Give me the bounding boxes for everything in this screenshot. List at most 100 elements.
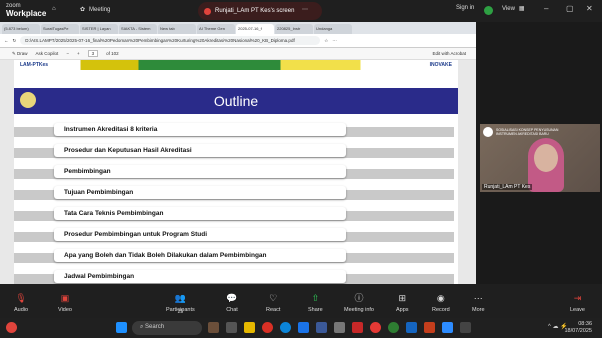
acrobat-icon[interactable] xyxy=(352,322,363,333)
outline-list: Instrumen Akreditasi 8 kriteria Prosedur… xyxy=(14,120,458,284)
browser-tab[interactable]: SuratTugasPe xyxy=(41,24,79,34)
address-bar: ← ↻ D:/AIS.LAMPT/2025/2025-07-16_final%2… xyxy=(0,34,476,48)
settings-icon[interactable]: ⋯ xyxy=(332,38,337,44)
task-view-icon[interactable] xyxy=(226,322,237,333)
zoom-app-icon[interactable] xyxy=(442,322,453,333)
outline-item: Prosedur dan Keputusan Hasil Akreditasi xyxy=(14,141,458,162)
browser-tab[interactable]: SIAKTA - Sistem xyxy=(119,24,157,34)
meeting-controls: 🎙 Audio ▣ Video 👥25 Participants 💬 Chat ♡ Rea… xyxy=(0,284,602,318)
meeting-label: Meeting xyxy=(89,6,111,13)
pdf-slide: Outline Instrumen Akreditasi 8 kriteria … xyxy=(14,70,458,284)
chrome-icon[interactable] xyxy=(262,322,273,333)
camera-icon[interactable] xyxy=(334,322,345,333)
draw-button[interactable]: ✎ Draw xyxy=(12,51,28,57)
outline-item: Tujuan Pembimbingan xyxy=(14,183,458,204)
browser-tab[interactable]: New tab xyxy=(158,24,196,34)
app-icon[interactable] xyxy=(316,322,327,333)
browser-tab[interactable]: (5.873 belum) xyxy=(2,24,40,34)
slide-title: Outline xyxy=(213,93,259,109)
view-button[interactable]: View ▦ xyxy=(502,5,525,13)
react-label: React xyxy=(266,307,281,313)
apps-label: Apps xyxy=(396,307,409,313)
share-status-icon xyxy=(204,7,211,15)
app-icon[interactable] xyxy=(460,322,471,333)
more-button[interactable]: ⋯ More xyxy=(472,292,485,313)
windows-start-icon[interactable] xyxy=(116,322,127,333)
leave-label: Leave xyxy=(570,307,585,313)
close-icon[interactable]: ✕ xyxy=(586,4,593,13)
outline-item: Instrumen Akreditasi 8 kriteria xyxy=(14,120,458,141)
video-banner-text: SOSIALISASI KONSEP PENYUSUNAN INSTRUMEN … xyxy=(496,128,559,136)
browser-tab[interactable]: 220825_Instr xyxy=(275,24,313,34)
maximize-icon[interactable]: ▢ xyxy=(566,4,574,13)
react-button[interactable]: ♡ React xyxy=(266,292,280,313)
file-explorer-icon[interactable] xyxy=(244,322,255,333)
zoom-logo: zoom Workplace xyxy=(6,2,46,18)
audio-button[interactable]: 🎙 Audio xyxy=(14,292,28,313)
sign-in-button[interactable]: Sign in xyxy=(456,5,474,11)
store-icon[interactable] xyxy=(298,322,309,333)
video-label: Video xyxy=(58,307,72,313)
meeting-tab[interactable]: ✿ Meeting xyxy=(80,6,111,14)
browser-tab[interactable]: AI Theme Gen xyxy=(197,24,235,34)
leave-icon: ⇥ xyxy=(573,293,582,303)
participant-video[interactable]: SOSIALISASI KONSEP PENYUSUNAN INSTRUMEN … xyxy=(480,124,600,192)
widget-icon[interactable] xyxy=(208,322,219,333)
heart-icon: ♡ xyxy=(269,293,278,303)
more-label: More xyxy=(472,307,485,313)
refresh-icon[interactable]: ↻ xyxy=(13,38,17,44)
view-grid-icon: ▦ xyxy=(518,6,525,12)
minimize-icon[interactable]: – xyxy=(544,4,548,13)
page-number-input[interactable]: 3 xyxy=(87,50,99,57)
notification-icon[interactable] xyxy=(6,322,17,333)
windows-taskbar: ⌕ Search ^ ☁ ⚡ 08:36 18/07/2025 xyxy=(0,318,602,338)
banner-logo xyxy=(483,127,493,137)
home-tab[interactable]: ⌂ xyxy=(52,6,56,12)
slide-logo-strip: LAM-PTKes INOVAKE xyxy=(14,60,458,70)
browser-tab[interactable]: Undanga xyxy=(314,24,352,34)
zoom-in-icon[interactable]: + xyxy=(77,51,80,56)
zoom-out-icon[interactable]: − xyxy=(66,51,69,56)
share-icon: ⇧ xyxy=(311,293,320,303)
video-off-icon: ▣ xyxy=(60,293,70,303)
browser-tab[interactable]: SISTER | Layan xyxy=(80,24,118,34)
chrome-profile-icon[interactable] xyxy=(388,322,399,333)
back-icon[interactable]: ← xyxy=(4,38,9,43)
meeting-info-button[interactable]: ⓘ Meeting info xyxy=(344,292,374,313)
ask-copilot-button[interactable]: Ask Copilot xyxy=(36,51,59,56)
leave-button[interactable]: ⇥ Leave xyxy=(570,292,585,313)
search-label: Search xyxy=(145,324,165,330)
share-label: Share xyxy=(308,307,323,313)
browser-tab-active[interactable]: 2025-07-16_f xyxy=(236,24,274,34)
record-button[interactable]: ◉ Record xyxy=(432,292,450,313)
url-field[interactable]: D:/AIS.LAMPT/2025/2025-07-16_final%20Ped… xyxy=(20,36,321,45)
lam-logo: LAM-PTKes xyxy=(20,62,49,68)
encryption-shield-icon[interactable] xyxy=(484,6,493,15)
system-clock[interactable]: 08:36 18/07/2025 xyxy=(564,321,592,335)
edit-acrobat-button[interactable]: Edit with Acrobat xyxy=(432,51,466,56)
home-icon: ⌂ xyxy=(52,6,56,12)
record-label: Record xyxy=(432,307,450,313)
meeting-icon: ✿ xyxy=(80,7,86,13)
chat-button[interactable]: 💬 Chat xyxy=(226,292,238,313)
browser-tab-strip: (5.873 belum) SuratTugasPe SISTER | Laya… xyxy=(0,22,476,34)
opera-icon[interactable] xyxy=(370,322,381,333)
taskbar-search[interactable]: ⌕ Search xyxy=(132,321,202,335)
outline-item-label: Apa yang Boleh dan Tidak Boleh Dilakukan… xyxy=(54,249,346,262)
ellipsis-icon: ⋯ xyxy=(302,7,308,13)
powerpoint-icon[interactable] xyxy=(424,322,435,333)
more-options-button[interactable]: ⋯ xyxy=(302,6,308,13)
word-icon[interactable] xyxy=(406,322,417,333)
participant-name: Runjati_LAm PT Kes xyxy=(482,184,533,190)
video-button[interactable]: ▣ Video xyxy=(58,292,72,313)
outline-item-label: Tujuan Pembimbingan xyxy=(54,186,346,199)
institution-logo xyxy=(18,90,38,110)
apps-button[interactable]: ⊞ Apps xyxy=(396,292,409,313)
favorite-icon[interactable]: ☆ xyxy=(324,38,328,44)
outline-item: Apa yang Boleh dan Tidak Boleh Dilakukan… xyxy=(14,246,458,267)
edge-icon[interactable] xyxy=(280,322,291,333)
outline-item: Pembimbingan xyxy=(14,162,458,183)
inovake-logo: INOVAKE xyxy=(429,62,452,68)
share-button[interactable]: ⇧ Share xyxy=(308,292,323,313)
participants-button[interactable]: 👥25 Participants xyxy=(166,292,195,315)
